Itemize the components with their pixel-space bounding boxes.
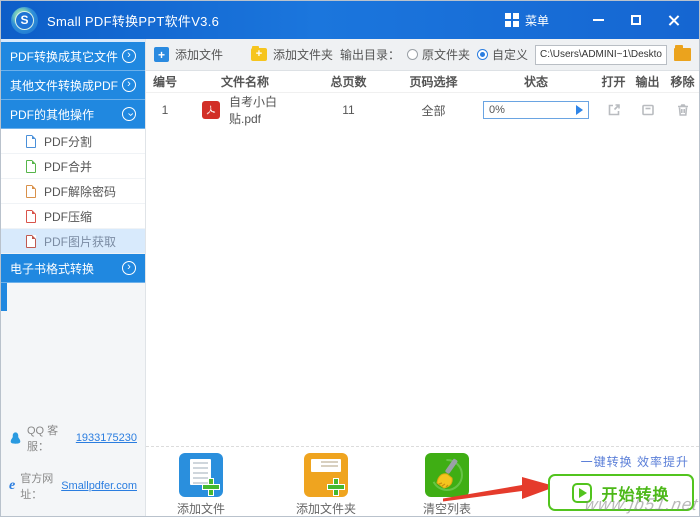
official-site-label: 官方网址： [20, 473, 54, 501]
table-row: 1 自考小白贴.pdf 11 全部 0% [146, 93, 699, 126]
add-folder-big-icon [304, 453, 348, 497]
pdf-page-icon [26, 234, 36, 248]
close-button[interactable] [659, 8, 689, 32]
add-file-icon: + [154, 47, 169, 62]
qq-icon [10, 432, 21, 444]
row-play-icon[interactable] [576, 105, 583, 115]
annotation-arrow [443, 477, 556, 502]
menu-label: 菜单 [524, 13, 549, 28]
page-range[interactable]: 全部 [391, 102, 476, 119]
sidebar-item-pdf-image-extract[interactable]: PDF图片获取 [1, 229, 145, 254]
browser-e-icon: e [9, 478, 16, 493]
sidebar-item-pdf-other-ops[interactable]: PDF的其他操作 › [1, 100, 145, 129]
col-no: 编号 [152, 75, 177, 89]
output-folder-button[interactable] [640, 102, 656, 118]
sidebar: PDF转换成其它文件 › 其他文件转换成PDF › PDF的其他操作 › PDF… [1, 39, 146, 516]
chevron-down-icon: › [122, 107, 136, 121]
add-folder-big-button[interactable]: 添加文件夹 [283, 453, 369, 516]
col-output: 输出 [635, 75, 660, 89]
table-header: 编号 文件名称 总页数 页码选择 状态 打开 输出 移除 [146, 71, 699, 93]
add-folder-icon: + [251, 46, 268, 61]
start-convert-button[interactable]: 开始转换 [548, 474, 694, 511]
file-name: 自考小白贴.pdf [229, 95, 278, 126]
pdf-page-icon [26, 134, 36, 148]
remove-row-button[interactable] [675, 102, 691, 118]
minimize-button[interactable] [583, 8, 613, 32]
add-file-button[interactable]: + 添加文件 [154, 46, 223, 63]
browse-folder-icon[interactable] [674, 45, 691, 61]
window-title: Small PDF转换PPT软件V3.6 [47, 13, 220, 29]
toolbar: + 添加文件 + 添加文件夹 输出目录： 原文件夹 自定义 [146, 39, 699, 71]
output-export-icon [641, 104, 654, 116]
add-file-big-button[interactable]: 添加文件 [158, 453, 244, 516]
pdf-page-icon [26, 209, 36, 223]
trash-icon [677, 104, 688, 116]
sidebar-accent-notch [1, 283, 7, 311]
menu-button[interactable]: 菜单 [504, 12, 549, 29]
output-dir-label: 输出目录： [339, 48, 400, 62]
app-logo-letter: S [15, 10, 34, 30]
row-number: 1 [161, 103, 169, 117]
maximize-button[interactable] [621, 8, 651, 32]
add-file-big-icon [179, 453, 223, 497]
radio-source-folder[interactable]: 原文件夹 [406, 46, 470, 63]
chevron-right-icon: › [122, 78, 136, 92]
play-icon [572, 482, 593, 503]
main-panel: + 添加文件 + 添加文件夹 输出目录： 原文件夹 自定义 C:\Users\A… [146, 39, 699, 516]
pdf-file-icon [202, 101, 220, 119]
app-window: S Small PDF转换PPT软件V3.6 菜单 PDF转换成其它文件 › 其… [0, 0, 700, 517]
radio-custom-folder[interactable]: 自定义 [476, 46, 528, 63]
menu-grid-icon [504, 13, 519, 27]
close-icon [668, 14, 680, 26]
qq-service-label: QQ 客服： [27, 425, 59, 453]
sidebar-item-pdf-merge[interactable]: PDF合并 [1, 154, 145, 179]
sidebar-item-pdf-to-other[interactable]: PDF转换成其它文件 › [1, 42, 145, 71]
col-status: 状态 [523, 75, 548, 89]
pdf-page-icon [26, 184, 36, 198]
sidebar-footer: QQ 客服： 1933175230 e 官方网址： Smallpdfer.com [1, 414, 145, 510]
qq-number-link[interactable]: 1933175230 [76, 432, 137, 444]
sidebar-item-pdf-compress[interactable]: PDF压缩 [1, 204, 145, 229]
add-folder-button[interactable]: + 添加文件夹 [251, 46, 333, 63]
sidebar-item-other-to-pdf[interactable]: 其他文件转换成PDF › [1, 71, 145, 100]
official-site-link[interactable]: Smallpdfer.com [61, 480, 137, 492]
radio-checked-icon[interactable] [476, 49, 488, 60]
bottom-bar: 添加文件 添加文件夹 清空列表 一键转换 效率提升 开始转换 www.jb51.… [146, 446, 699, 516]
col-open: 打开 [601, 75, 626, 89]
progress-value: 0% [489, 104, 505, 116]
open-file-button[interactable] [606, 102, 622, 118]
progress-bar: 0% [483, 101, 589, 119]
sidebar-item-pdf-unlock[interactable]: PDF解除密码 [1, 179, 145, 204]
promo-text: 一键转换 效率提升 [580, 455, 689, 469]
sidebar-item-pdf-split[interactable]: PDF分割 [1, 129, 145, 154]
col-filename: 文件名称 [220, 75, 269, 89]
open-external-icon [608, 104, 620, 116]
sidebar-item-ebook-convert[interactable]: 电子书格式转换 › [1, 254, 145, 283]
minimize-icon [592, 19, 604, 21]
titlebar: S Small PDF转换PPT软件V3.6 菜单 [1, 1, 699, 39]
maximize-icon [631, 15, 641, 25]
chevron-right-icon: › [122, 49, 136, 63]
pdf-page-icon [26, 159, 36, 173]
col-pages: 总页数 [330, 75, 367, 89]
output-path-input[interactable] [535, 44, 667, 65]
chevron-right-icon: › [122, 261, 136, 275]
col-remove: 移除 [670, 75, 695, 89]
total-pages: 11 [342, 103, 355, 117]
col-page-select: 页码选择 [409, 75, 458, 89]
app-logo-icon: S [11, 6, 38, 34]
radio-unchecked-icon[interactable] [406, 49, 418, 60]
